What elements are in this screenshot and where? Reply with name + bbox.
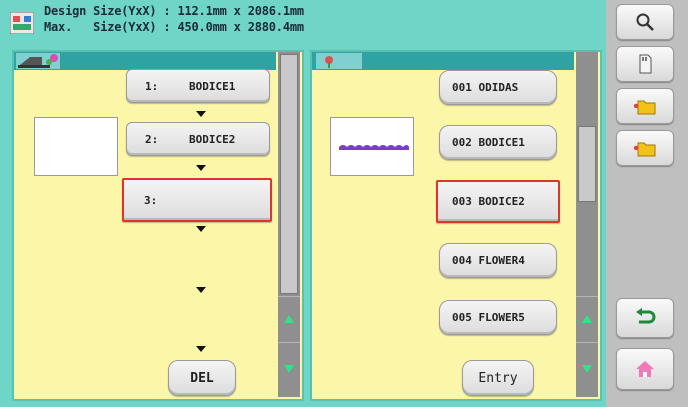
sewing-machine-icon xyxy=(16,53,60,69)
pattern-item-005[interactable]: 005 FLOWER5 xyxy=(439,300,557,335)
delete-button-label: DEL xyxy=(190,370,214,386)
left-scroll-down-button[interactable] xyxy=(278,342,300,394)
slot-number: 1: xyxy=(145,79,159,93)
folder-next-icon xyxy=(633,142,656,157)
pattern-list-icon xyxy=(316,53,362,69)
up-arrow-icon xyxy=(284,314,294,323)
pattern-preview-empty xyxy=(34,117,118,176)
down-arrow-icon xyxy=(196,287,206,293)
down-arrow-icon xyxy=(284,364,294,373)
home-icon xyxy=(636,361,654,377)
entry-button[interactable]: Entry xyxy=(462,360,534,396)
header-bar: Design Size(YxX) : 112.1mm x 2086.1mm Ma… xyxy=(0,0,606,48)
design-size-text: Design Size(YxX) : 112.1mm x 2086.1mm xyxy=(44,4,304,18)
left-scrollbar-thumb[interactable] xyxy=(280,54,298,294)
memory-card-icon xyxy=(639,54,652,74)
down-arrow-icon xyxy=(582,364,592,373)
pattern-item-label: 004 FLOWER4 xyxy=(452,254,525,267)
max-size-text: Max. Size(YxX) : 450.0mm x 2880.4mm xyxy=(44,20,304,34)
entry-button-label: Entry xyxy=(478,370,518,386)
left-scroll-up-button[interactable] xyxy=(278,296,300,340)
down-arrow-icon xyxy=(196,165,206,171)
slot-name: BODICE2 xyxy=(189,132,236,146)
down-arrow-icon xyxy=(196,111,206,117)
memory-card-button[interactable] xyxy=(616,46,674,82)
pattern-item-label: 005 FLOWER5 xyxy=(452,311,525,324)
pattern-item-004[interactable]: 004 FLOWER4 xyxy=(439,243,557,278)
down-arrow-icon xyxy=(196,346,206,352)
stitch-pattern-icon xyxy=(339,145,409,150)
pattern-preview xyxy=(330,117,414,176)
right-scroll-up-button[interactable] xyxy=(576,296,598,340)
zoom-button[interactable] xyxy=(616,4,674,40)
pattern-item-003[interactable]: 003 BODICE2 xyxy=(436,180,560,223)
pattern-item-label: 003 BODICE2 xyxy=(452,195,525,208)
up-arrow-icon xyxy=(582,314,592,323)
slot-2-button[interactable]: 2: BODICE2 xyxy=(126,122,270,156)
pattern-item-002[interactable]: 002 BODICE1 xyxy=(439,125,557,160)
return-icon xyxy=(636,308,656,324)
return-button[interactable] xyxy=(616,298,674,338)
slot-name: BODICE1 xyxy=(189,79,236,93)
slot-number: 2: xyxy=(145,132,159,146)
folder-up-icon xyxy=(633,100,656,115)
home-button[interactable] xyxy=(616,348,674,390)
folder-up-button[interactable] xyxy=(616,88,674,124)
pattern-item-001[interactable]: 001 ODIDAS xyxy=(439,70,557,105)
zoom-icon xyxy=(636,13,654,31)
slot-3-button[interactable]: 3: xyxy=(122,178,272,222)
right-scrollbar-thumb[interactable] xyxy=(578,126,596,202)
slot-number: 3: xyxy=(144,193,158,207)
delete-button[interactable]: DEL xyxy=(168,360,236,396)
down-arrow-icon xyxy=(196,226,206,232)
design-size-icon xyxy=(10,12,34,34)
pattern-item-label: 001 ODIDAS xyxy=(452,81,519,94)
folder-next-button[interactable] xyxy=(616,130,674,166)
slot-1-button[interactable]: 1: BODICE1 xyxy=(126,69,270,103)
pattern-item-label: 002 BODICE1 xyxy=(452,136,525,149)
right-scroll-down-button[interactable] xyxy=(576,342,598,394)
